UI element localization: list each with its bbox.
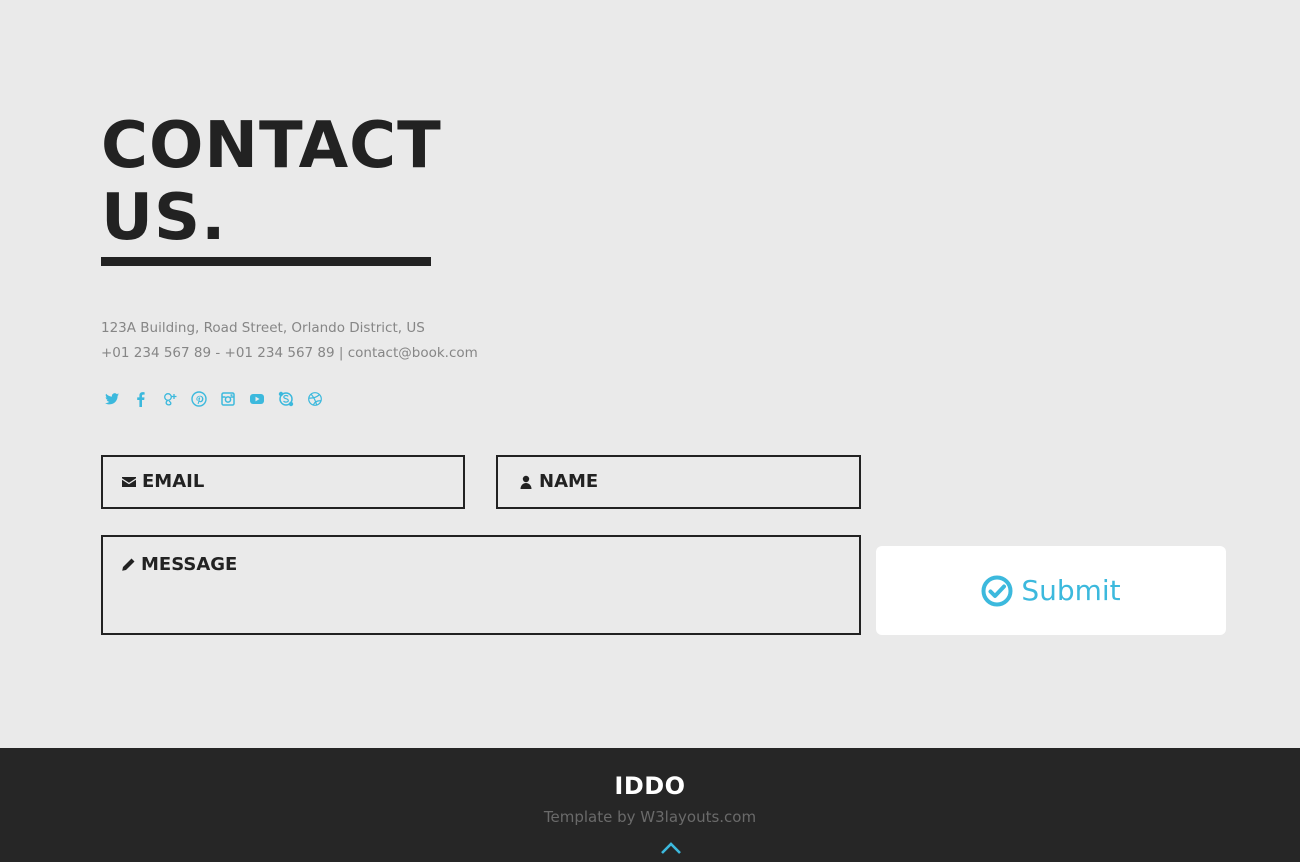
- message-label-text: MESSAGE: [141, 554, 238, 575]
- credit-prefix: Template by: [543, 808, 641, 826]
- instagram-icon[interactable]: [219, 389, 237, 409]
- phone-email-text: +01 234 567 89 - +01 234 567 89 | contac…: [101, 345, 478, 361]
- email-label-text: EMAIL: [142, 471, 205, 492]
- google-plus-icon[interactable]: [161, 389, 179, 409]
- footer: IDDO Template by W3layouts.com: [0, 748, 1300, 862]
- contact-info: 123A Building, Road Street, Orlando Dist…: [101, 316, 478, 366]
- submit-button[interactable]: Submit: [876, 546, 1226, 635]
- pencil-icon: [122, 558, 135, 571]
- twitter-icon[interactable]: [103, 389, 121, 409]
- email-field[interactable]: EMAIL: [101, 455, 465, 509]
- title-line-1: CONTACT: [101, 109, 442, 183]
- address-text: 123A Building, Road Street, Orlando Dist…: [101, 320, 425, 336]
- pinterest-icon[interactable]: [190, 389, 208, 409]
- message-field[interactable]: MESSAGE: [101, 535, 861, 635]
- credit-link[interactable]: W3layouts.com: [640, 808, 756, 826]
- email-label: EMAIL: [121, 471, 204, 492]
- name-label: NAME: [518, 471, 598, 492]
- title-underline: [101, 257, 431, 266]
- message-label: MESSAGE: [120, 554, 237, 575]
- facebook-icon[interactable]: [132, 389, 150, 409]
- youtube-icon[interactable]: [248, 389, 266, 409]
- submit-label: Submit: [1021, 574, 1121, 607]
- footer-credit: Template by W3layouts.com: [0, 808, 1300, 826]
- check-circle-icon: [981, 575, 1013, 606]
- page-title: CONTACT US.: [101, 110, 442, 254]
- footer-brand: IDDO: [614, 772, 686, 800]
- chevron-up-icon[interactable]: [660, 840, 682, 856]
- dribbble-icon[interactable]: [306, 389, 324, 409]
- skype-icon[interactable]: [277, 389, 295, 409]
- name-label-text: NAME: [539, 471, 599, 492]
- user-icon: [520, 475, 532, 489]
- name-field[interactable]: NAME: [496, 455, 861, 509]
- title-line-2: US.: [101, 181, 227, 255]
- social-links: [103, 389, 324, 409]
- envelope-icon: [122, 476, 136, 487]
